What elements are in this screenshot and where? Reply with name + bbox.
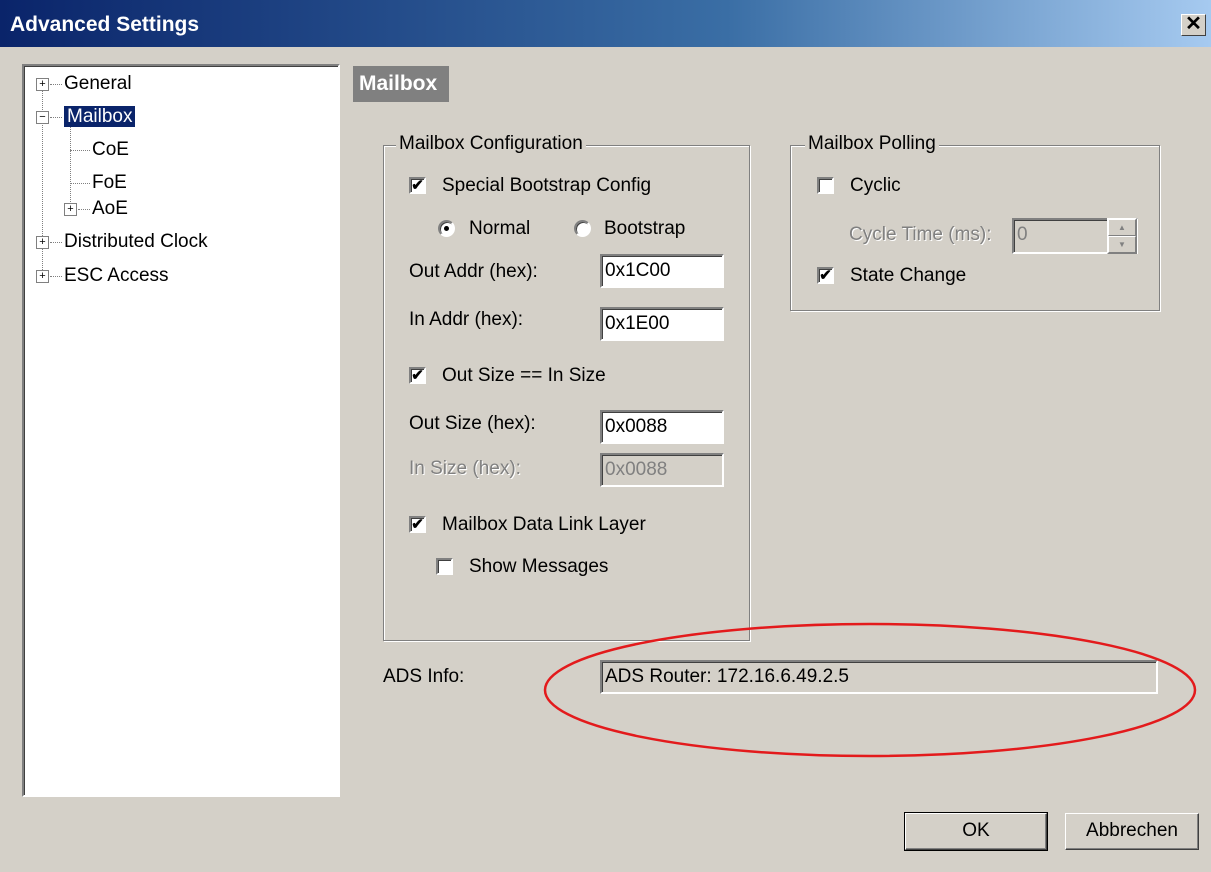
same-size-label: Out Size == In Size: [442, 365, 606, 386]
tree-item-distributed-clock[interactable]: Distributed Clock: [64, 229, 208, 255]
tree-line: [70, 183, 90, 184]
normal-radio[interactable]: [438, 220, 455, 237]
special-bootstrap-label: Special Bootstrap Config: [442, 175, 652, 196]
tree-line: [50, 117, 62, 118]
ok-button[interactable]: OK: [904, 812, 1048, 851]
highlight-ellipse: [543, 622, 1197, 758]
out-size-field[interactable]: 0x0088: [600, 410, 724, 444]
in-size-field: 0x0088: [600, 453, 724, 487]
tree-item-foe[interactable]: FoE: [92, 170, 127, 196]
tree-line: [70, 150, 90, 151]
show-messages-checkbox[interactable]: [436, 558, 453, 575]
expand-icon[interactable]: +: [36, 270, 49, 283]
expand-icon[interactable]: +: [36, 78, 49, 91]
out-addr-field[interactable]: 0x1C00: [600, 254, 724, 288]
spin-up-icon: ▲: [1108, 219, 1136, 236]
spin-down-icon: ▼: [1108, 236, 1136, 253]
tree-line: [50, 242, 62, 243]
out-size-label: Out Size (hex):: [409, 413, 536, 434]
in-size-label: In Size (hex):: [409, 458, 521, 479]
bootstrap-label: Bootstrap: [604, 218, 686, 239]
cancel-button[interactable]: Abbrechen: [1065, 813, 1199, 850]
tree-item-esc-access[interactable]: ESC Access: [64, 263, 169, 289]
cyclic-label: Cyclic: [850, 175, 901, 196]
tree-line: [50, 84, 62, 85]
normal-label: Normal: [469, 218, 531, 239]
in-addr-label: In Addr (hex):: [409, 309, 524, 330]
tree-item-mailbox[interactable]: Mailbox: [64, 104, 136, 130]
group-legend: Mailbox Polling: [805, 133, 939, 155]
group-legend: Mailbox Configuration: [396, 133, 586, 155]
show-messages-label: Show Messages: [469, 556, 609, 577]
close-button[interactable]: ✕: [1181, 14, 1206, 36]
tree-item-aoe[interactable]: AoE: [92, 196, 128, 222]
out-addr-label: Out Addr (hex):: [409, 261, 538, 282]
ads-info-label: ADS Info:: [383, 666, 465, 687]
tree-line: [70, 126, 71, 210]
state-change-label: State Change: [850, 265, 967, 286]
cycle-time-label: Cycle Time (ms):: [849, 224, 992, 245]
data-link-layer-checkbox[interactable]: ✔: [409, 516, 426, 533]
state-change-checkbox[interactable]: ✔: [817, 267, 834, 284]
bootstrap-radio[interactable]: [574, 220, 591, 237]
cycle-time-spinner: ▲ ▼: [1107, 218, 1137, 254]
tree-line: [50, 276, 62, 277]
collapse-icon[interactable]: −: [36, 111, 49, 124]
tree-item-general[interactable]: General: [64, 71, 132, 97]
data-link-layer-label: Mailbox Data Link Layer: [442, 514, 646, 535]
tree-line: [78, 209, 90, 210]
section-title: Mailbox: [353, 66, 450, 102]
expand-icon[interactable]: +: [64, 203, 77, 216]
same-size-checkbox[interactable]: ✔: [409, 367, 426, 384]
settings-tree[interactable]: + General − Mailbox CoE FoE + AoE + Dist…: [22, 64, 340, 797]
close-icon: ✕: [1185, 13, 1202, 35]
cyclic-checkbox[interactable]: [817, 177, 834, 194]
window-title: Advanced Settings: [10, 13, 200, 36]
expand-icon[interactable]: +: [36, 236, 49, 249]
special-bootstrap-checkbox[interactable]: ✔: [409, 177, 426, 194]
tree-item-coe[interactable]: CoE: [92, 137, 129, 163]
title-bar[interactable]: Advanced Settings ✕: [0, 0, 1211, 48]
in-addr-field[interactable]: 0x1E00: [600, 307, 724, 341]
